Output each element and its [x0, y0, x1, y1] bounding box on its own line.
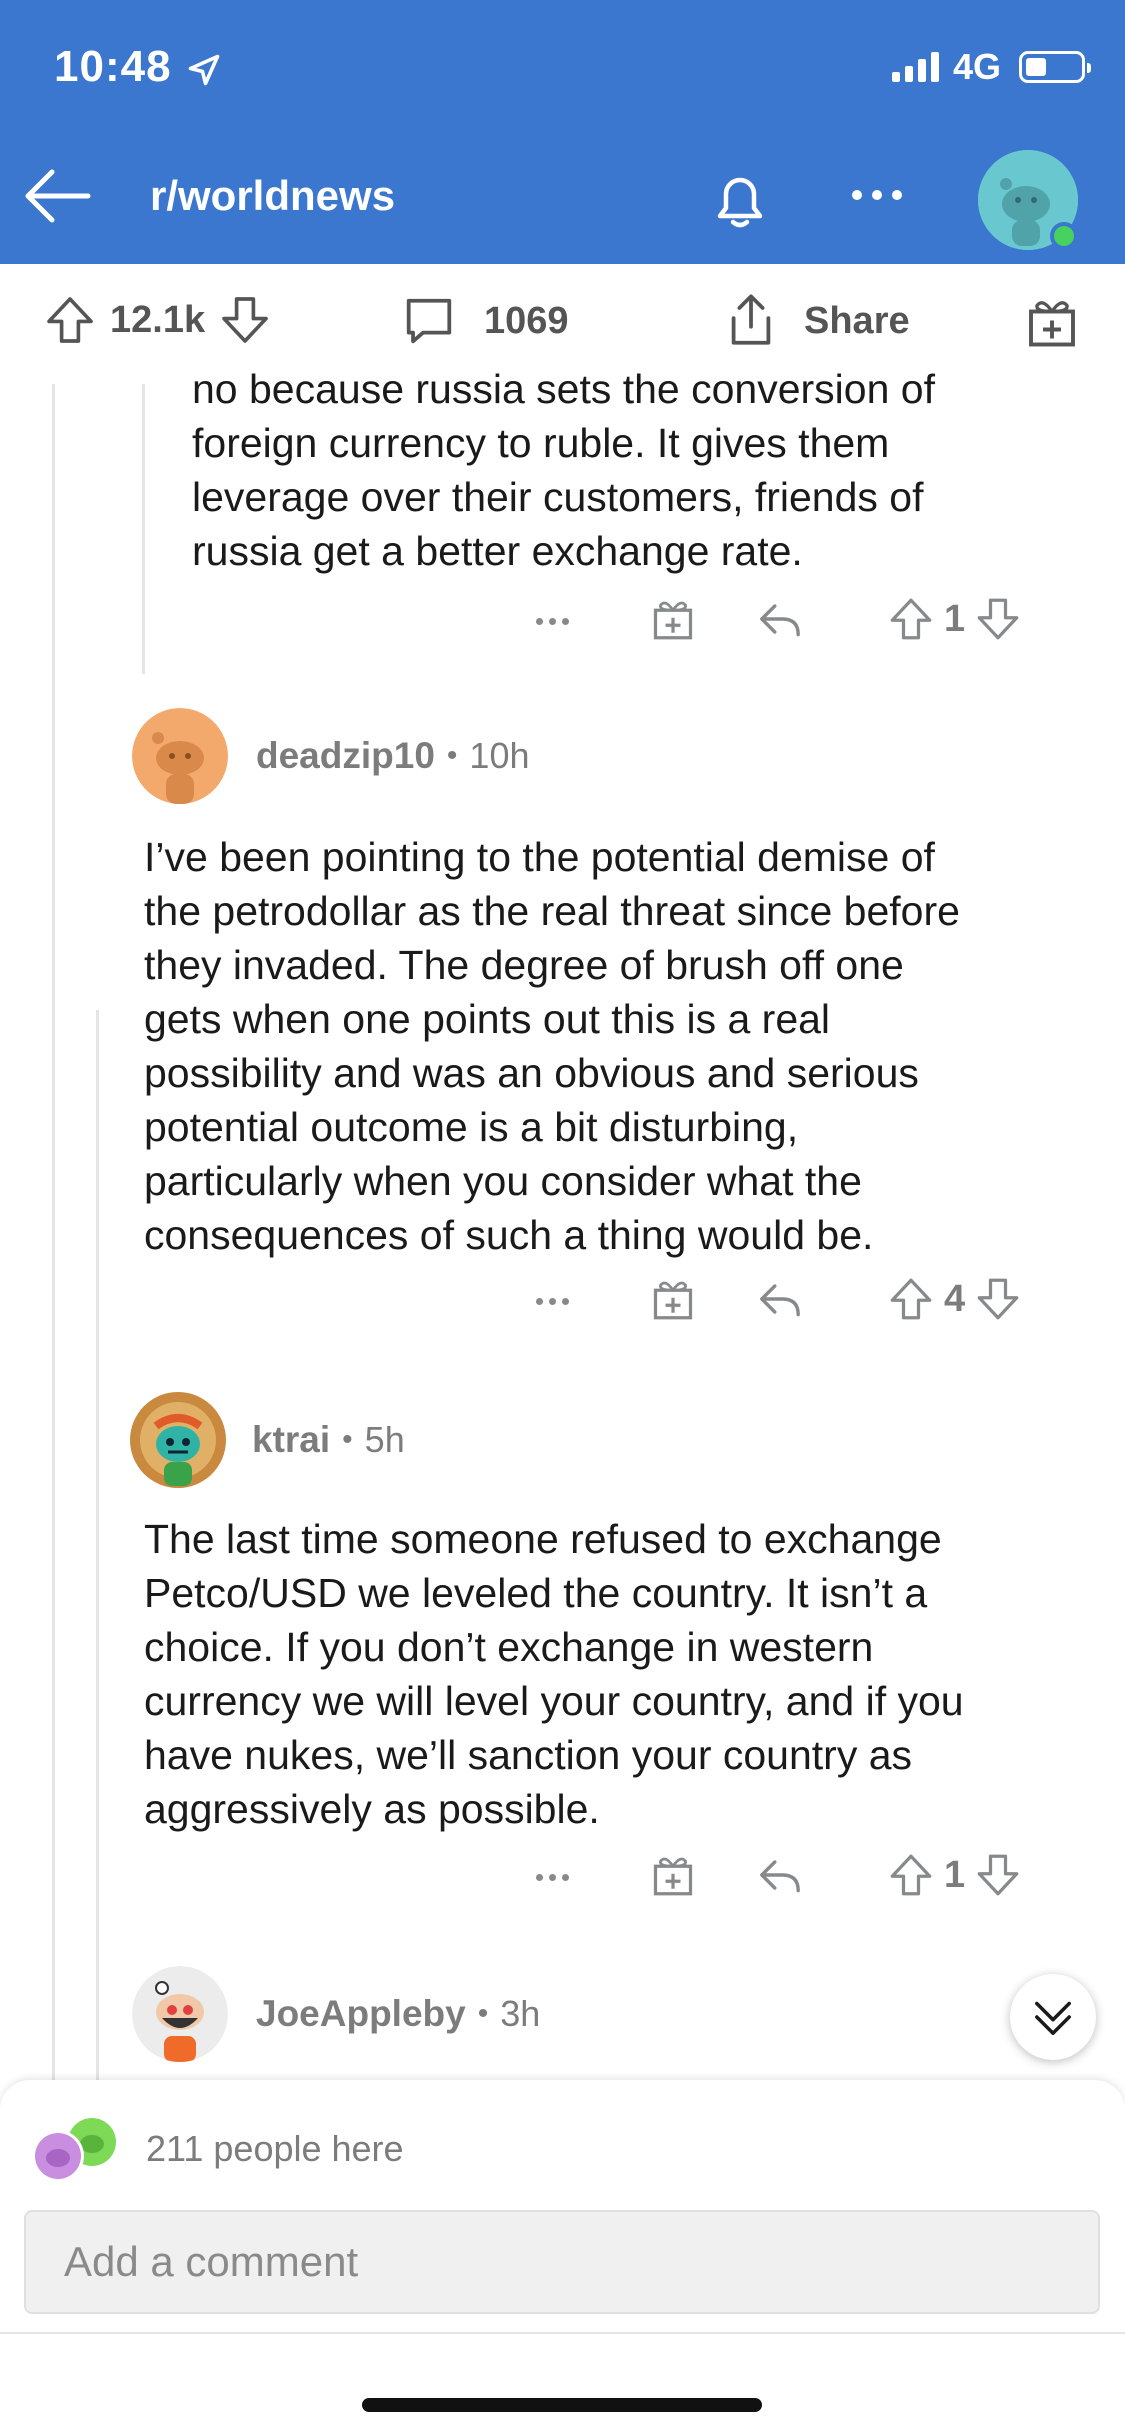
battery-icon: [1019, 51, 1091, 83]
location-arrow-icon: [188, 54, 220, 86]
subreddit-title[interactable]: r/worldnews: [150, 172, 395, 220]
home-indicator[interactable]: [362, 2398, 762, 2412]
post-score: 12.1k: [110, 298, 206, 341]
thread-line[interactable]: [52, 384, 55, 2080]
comment-line: currency we will level your country, and…: [144, 1678, 964, 1724]
comment-toolbar: 1: [536, 592, 1125, 652]
comment-line: they invaded. The degree of brush off on…: [144, 942, 904, 988]
online-status-dot: [1050, 222, 1078, 250]
comment-line: choice. If you don’t exchange in western: [144, 1624, 874, 1670]
comment-line: particularly when you consider what the: [144, 1158, 862, 1204]
comment-line: russia get a better exchange rate.: [192, 528, 803, 574]
back-arrow-icon[interactable]: [20, 158, 96, 234]
double-chevron-down-icon: [1035, 2001, 1071, 2035]
comment-more-button[interactable]: [536, 1874, 569, 1881]
reply-icon[interactable]: [754, 1848, 806, 1902]
comment-count: 1069: [484, 299, 569, 342]
comment-composer-panel: 211 people here: [0, 2080, 1125, 2436]
gift-icon[interactable]: [648, 592, 698, 646]
comment-vote-group: 1: [886, 592, 1023, 646]
add-comment-input[interactable]: [24, 2210, 1100, 2314]
comment-toolbar: 1: [536, 1848, 1125, 1908]
status-time: 10:48: [54, 42, 172, 91]
comment-author-row[interactable]: deadzip10 • 10h: [132, 708, 530, 804]
upvote-icon[interactable]: [886, 1848, 936, 1902]
presence-avatars-icon: [32, 2118, 116, 2182]
more-options-button[interactable]: [852, 190, 918, 210]
gift-icon: [1029, 301, 1075, 347]
thread-line-nested[interactable]: [142, 384, 145, 674]
comment-bubble-icon: [406, 298, 452, 344]
comment-score: 1: [944, 597, 966, 640]
scroll-next-comment-button[interactable]: [1010, 1974, 1096, 2060]
divider: [0, 2332, 1125, 2334]
comment-author[interactable]: deadzip10: [256, 735, 435, 777]
avatar[interactable]: [132, 708, 228, 804]
upvote-icon[interactable]: [886, 1272, 936, 1326]
snoo-avatar-icon: [132, 708, 228, 804]
comment-vote-group: 4: [886, 1272, 1023, 1326]
comment-body: no because russia sets the conversion of…: [192, 362, 1072, 578]
comment-line: gets when one points out this is a real: [144, 996, 831, 1042]
bell-icon[interactable]: [702, 162, 778, 238]
separator-dot: •: [446, 739, 458, 772]
comment-score: 1: [944, 1853, 966, 1896]
status-indicators: 4G: [891, 46, 1091, 88]
downvote-icon[interactable]: [973, 1272, 1023, 1326]
reply-icon[interactable]: [754, 1272, 806, 1326]
comment-time: 3h: [500, 1993, 541, 2034]
post-vote-group: 12.1k: [42, 292, 273, 348]
comment-time: 10h: [469, 735, 530, 776]
comment-more-button[interactable]: [536, 1298, 569, 1305]
share-label: Share: [804, 299, 910, 342]
separator-dot: •: [477, 1997, 489, 2030]
comment-line: leverage over their customers, friends o…: [192, 474, 924, 520]
comment-author-row[interactable]: JoeAppleby • 3h: [132, 1966, 540, 2062]
comment-line: potential outcome is a bit disturbing,: [144, 1104, 799, 1150]
comment-line: no because russia sets the conversion of: [192, 366, 935, 412]
app-header: 10:48 4G r/worldnews: [0, 0, 1125, 264]
share-button[interactable]: Share: [722, 292, 910, 350]
gift-icon[interactable]: [648, 1848, 698, 1902]
comment-body: I’ve been pointing to the potential demi…: [144, 830, 1084, 1262]
comment-author[interactable]: ktrai: [252, 1419, 330, 1461]
comment-line: possibility and was an obvious and serio…: [144, 1050, 919, 1096]
comment-line: I’ve been pointing to the potential demi…: [144, 834, 935, 880]
comment-author-row[interactable]: ktrai • 5h: [128, 1390, 405, 1490]
upvote-icon[interactable]: [886, 592, 936, 646]
comment-more-button[interactable]: [536, 618, 569, 625]
comment-toolbar: 4: [536, 1272, 1125, 1332]
comment-line: the petrodollar as the real threat since…: [144, 888, 960, 934]
gift-icon[interactable]: [648, 1272, 698, 1326]
comment-line: foreign currency to ruble. It gives them: [192, 420, 890, 466]
reply-icon[interactable]: [754, 592, 806, 646]
snoo-avatar-icon: [132, 1966, 228, 2062]
network-type: 4G: [952, 46, 1001, 87]
comment-vote-group: 1: [886, 1848, 1023, 1902]
comments-button[interactable]: 1069: [400, 292, 569, 350]
share-icon: [731, 294, 771, 345]
comment-body: The last time someone refused to exchang…: [144, 1512, 1084, 1836]
comment-line: aggressively as possible.: [144, 1786, 600, 1832]
avatar[interactable]: [128, 1390, 228, 1490]
comment-author[interactable]: JoeAppleby: [256, 1993, 466, 2035]
comment-line: consequences of such a thing would be.: [144, 1212, 874, 1258]
signal-icon: [891, 52, 939, 82]
award-button[interactable]: [1022, 292, 1082, 352]
downvote-icon[interactable]: [217, 292, 273, 348]
comment-line: The last time someone refused to exchang…: [144, 1516, 942, 1562]
upvote-icon[interactable]: [42, 292, 98, 348]
comment-time: 5h: [364, 1419, 405, 1460]
comment-line: Petco/USD we leveled the country. It isn…: [144, 1570, 928, 1616]
avatar[interactable]: [132, 1966, 228, 2062]
downvote-icon[interactable]: [973, 592, 1023, 646]
presence-count: 211 people here: [146, 2128, 404, 2169]
separator-dot: •: [342, 1423, 353, 1456]
thread-line-nested-2[interactable]: [96, 1010, 99, 2080]
comment-score: 4: [944, 1277, 966, 1320]
downvote-icon[interactable]: [973, 1848, 1023, 1902]
snoo-avatar-icon: [130, 1392, 226, 1488]
comment-line: have nukes, we’ll sanction your country …: [144, 1732, 913, 1778]
